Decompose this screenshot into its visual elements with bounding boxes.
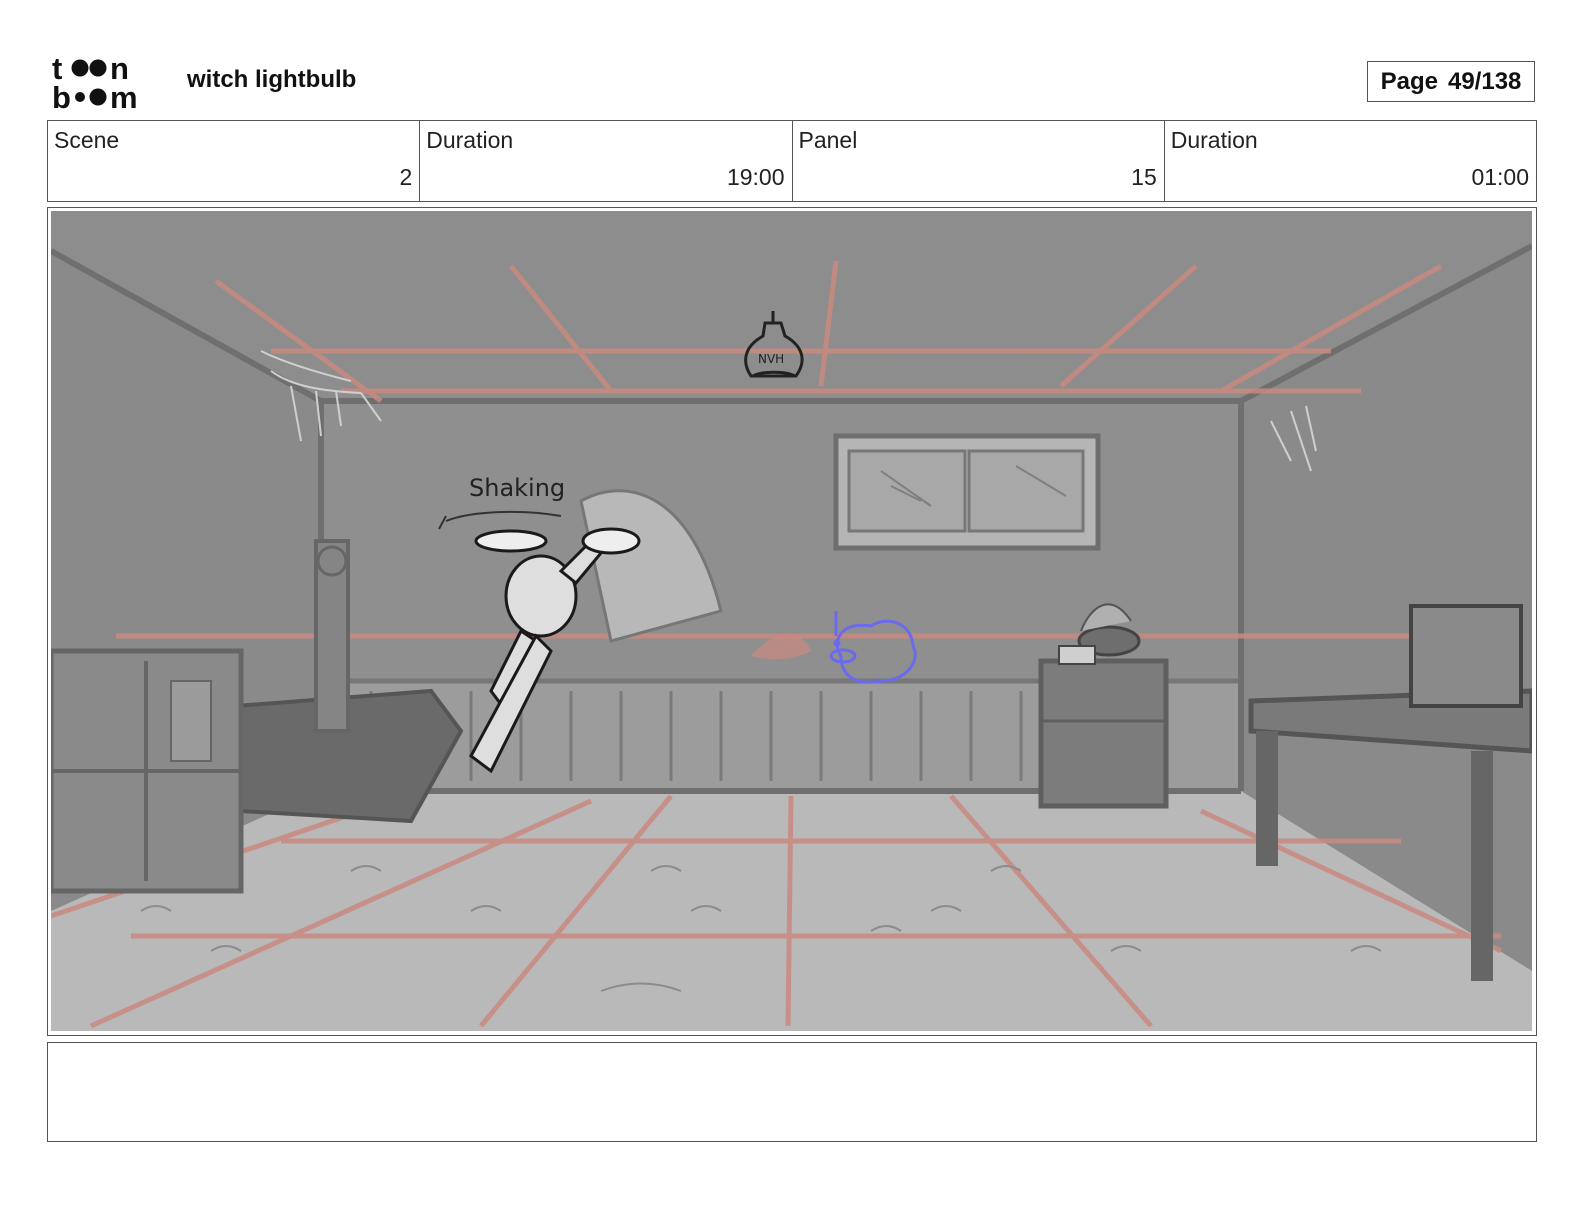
- project-title: witch lightbulb: [187, 66, 357, 93]
- panel-label: Panel: [798, 127, 858, 153]
- svg-text:m: m: [110, 80, 138, 112]
- page-indicator: Page 49/138: [1367, 61, 1535, 102]
- page-label: Page: [1380, 67, 1438, 95]
- scene-label: Scene: [54, 127, 120, 153]
- scene-duration-value: 19:00: [726, 164, 785, 190]
- scene-cell: Scene 2: [48, 121, 421, 201]
- notes-box: [47, 1042, 1537, 1142]
- shaking-annotation: Shaking: [469, 474, 565, 502]
- panel-cell: Panel 15: [793, 121, 1165, 201]
- panel-info-table: Scene 2 Duration 19:00 Panel 15 Duration…: [47, 120, 1537, 202]
- bulb-label: NVH: [758, 352, 784, 366]
- svg-text:b: b: [52, 80, 71, 112]
- panel-duration-cell: Duration 01:00: [1165, 121, 1536, 201]
- page-number: 49/138: [1447, 67, 1522, 95]
- scene-duration-label: Duration: [426, 127, 514, 153]
- scene-duration-cell: Duration 19:00: [420, 121, 793, 201]
- panel-duration-label: Duration: [1170, 127, 1258, 153]
- panel-duration-value: 01:00: [1471, 164, 1529, 190]
- panel-sketch: NVH Shaking: [51, 211, 1532, 1031]
- panel-value: 15: [1131, 164, 1157, 190]
- toonboom-logo: t n b m: [52, 52, 138, 112]
- scene-value: 2: [399, 164, 413, 190]
- storyboard-panel: NVH Shaking: [47, 207, 1537, 1036]
